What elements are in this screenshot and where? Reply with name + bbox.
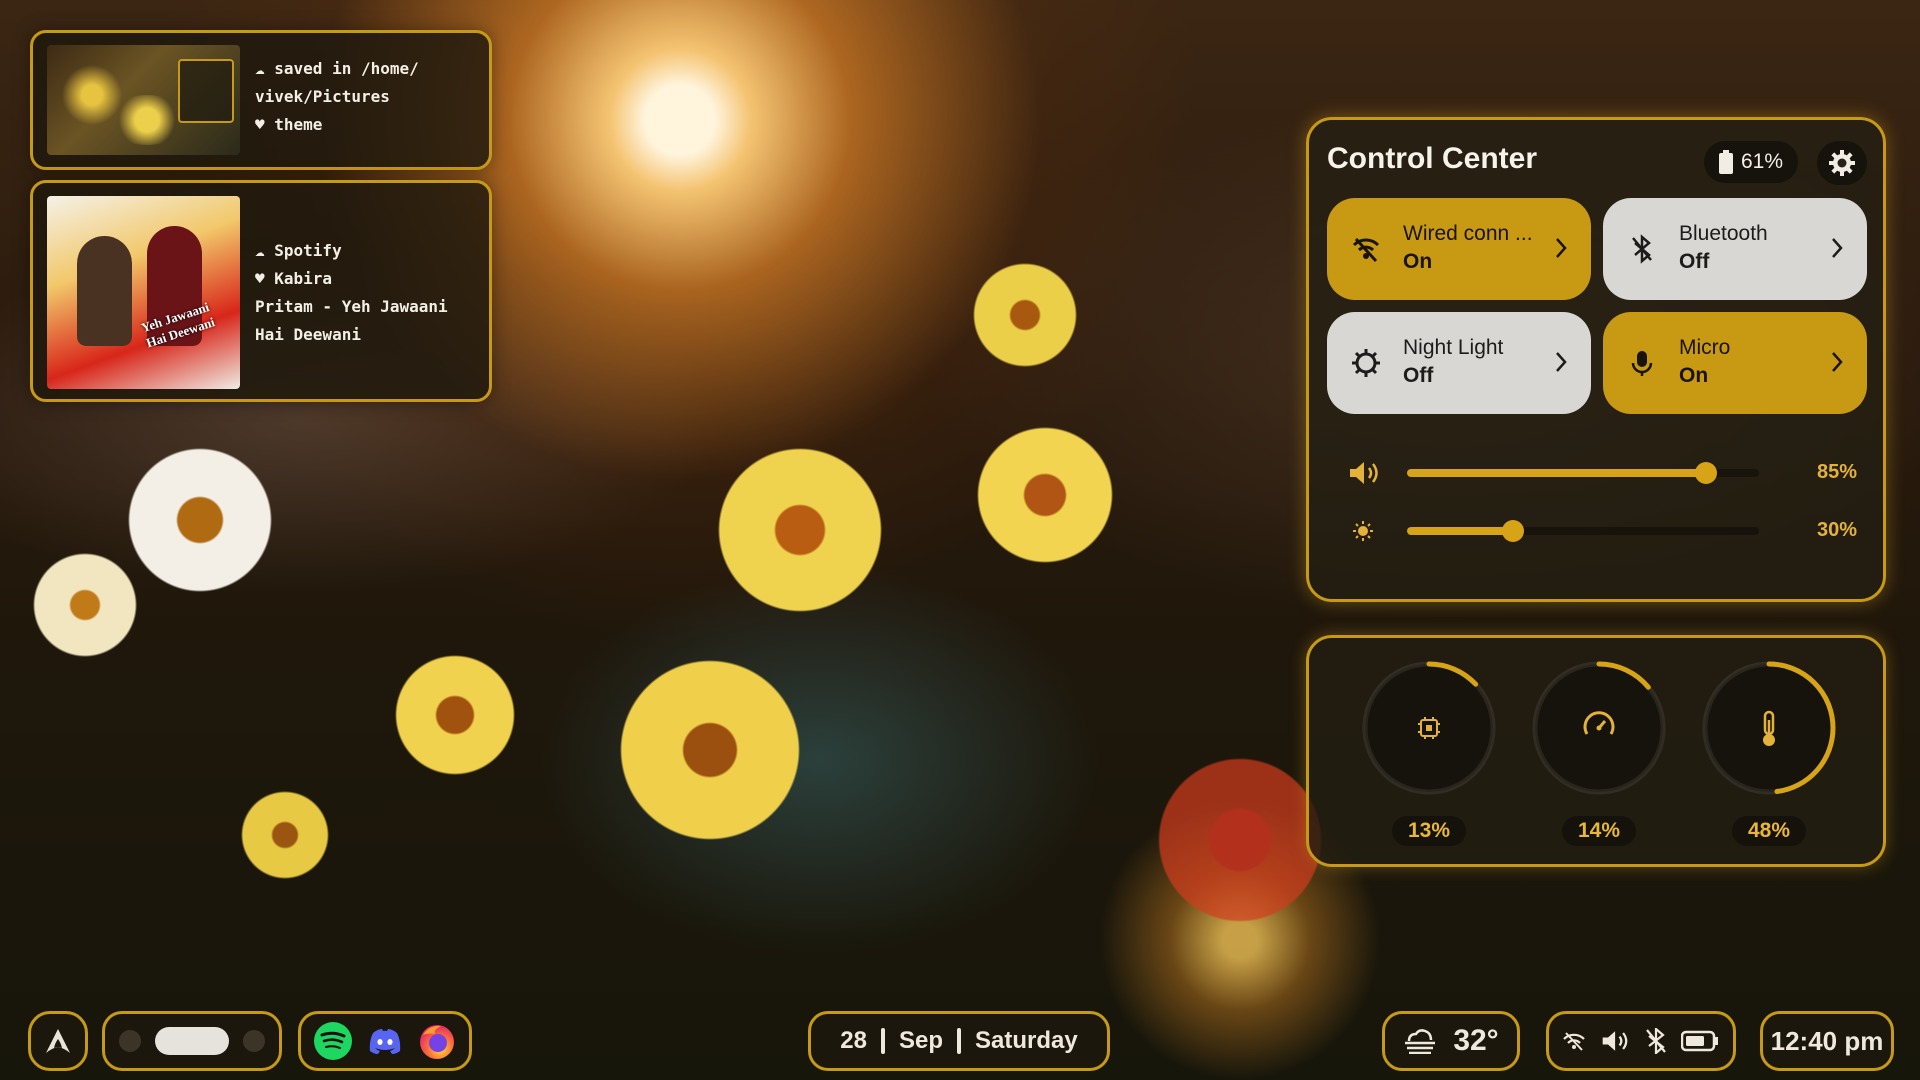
brightness-icon [1352, 349, 1380, 377]
volume-slider-knob[interactable] [1695, 462, 1718, 484]
tile-night-light[interactable]: Night Light Off [1327, 312, 1591, 414]
date-widget[interactable]: 28 Sep Saturday [808, 1011, 1110, 1071]
control-center-title: Control Center [1327, 142, 1537, 175]
workspace-active[interactable] [155, 1027, 229, 1055]
microphone-icon [1631, 351, 1653, 376]
tile-wired-connection[interactable]: Wired conn ... On [1327, 198, 1591, 300]
screenshot-thumbnail [47, 45, 240, 155]
date-separator [880, 1028, 885, 1054]
brightness-slider-row: 30% [1347, 515, 1857, 545]
brightness-icon [1353, 521, 1373, 541]
tile-state: On [1403, 250, 1433, 273]
temperature-label: 48% [1732, 816, 1806, 846]
album-cover: Yeh Jawaani Hai Deewani [47, 196, 240, 389]
firefox-icon[interactable] [417, 1021, 457, 1061]
settings-button[interactable] [1817, 141, 1867, 185]
brightness-value: 30% [1816, 519, 1857, 541]
cpu-gauge [1362, 661, 1496, 795]
tile-label: Night Light [1403, 336, 1504, 359]
bluetooth-off-icon[interactable] [1646, 1028, 1667, 1054]
weather-temperature: 32° [1453, 1024, 1499, 1057]
launcher-button[interactable] [28, 1011, 88, 1071]
system-tray[interactable] [1546, 1011, 1736, 1071]
ram-usage-label: 14% [1562, 816, 1636, 846]
battery-percent: 61% [1740, 150, 1784, 173]
system-monitor-panel: 13% 14% 48% [1306, 635, 1886, 867]
temperature-gauge [1702, 661, 1836, 795]
gear-icon [1829, 150, 1855, 176]
chevron-right-icon [1556, 352, 1567, 372]
volume-slider-row: 85% [1347, 457, 1857, 487]
weather-widget[interactable]: 32° [1382, 1011, 1520, 1071]
chevron-right-icon [1832, 238, 1843, 258]
discord-icon[interactable] [365, 1021, 405, 1061]
brightness-slider[interactable] [1407, 520, 1759, 542]
app-dock [298, 1011, 472, 1071]
volume-value: 85% [1816, 461, 1857, 483]
battery-icon [1718, 150, 1733, 174]
screenshot-notification-text: ☁ saved in /home/vivek/Pictures ♥ theme [255, 59, 419, 134]
volume-icon[interactable] [1600, 1028, 1632, 1054]
workspace-switcher[interactable] [102, 1011, 282, 1071]
spotify-notification-text: ☁ Spotify ♥ Kabira Pritam - Yeh Jawaani Hai… [255, 241, 448, 344]
chevron-right-icon [1832, 352, 1843, 372]
tile-label: Micro [1679, 336, 1731, 359]
bluetooth-icon [1632, 234, 1652, 264]
volume-slider-fill [1407, 469, 1707, 477]
screenshot-notification-card[interactable]: ☁ saved in /home/vivek/Pictures ♥ theme [30, 30, 492, 170]
clock-time: 12:40 pm [1770, 1025, 1884, 1056]
volume-slider[interactable] [1407, 462, 1759, 484]
workspace-dot-1[interactable] [119, 1030, 141, 1052]
spotify-now-playing-card[interactable]: Yeh Jawaani Hai Deewani ☁ Spotify ♥ Kabir… [30, 180, 492, 402]
battery-indicator: 61% [1704, 141, 1798, 183]
date-day: 28 [840, 1027, 867, 1054]
control-center-panel: Control Center 61% Wired conn ... On Blu… [1306, 117, 1886, 602]
wifi-off-icon [1352, 237, 1380, 263]
cpu-icon [1418, 717, 1440, 739]
tile-label: Bluetooth [1679, 222, 1768, 245]
chevron-right-icon [1556, 238, 1567, 258]
volume-icon [1350, 462, 1378, 484]
workspace-dot-2[interactable] [243, 1030, 265, 1052]
date-weekday: Saturday [975, 1027, 1078, 1054]
tile-label: Wired conn ... [1403, 222, 1533, 245]
brightness-slider-fill [1407, 527, 1513, 535]
tile-state: Off [1679, 250, 1710, 273]
tile-state: On [1679, 364, 1709, 387]
clock-widget[interactable]: 12:40 pm [1760, 1011, 1894, 1071]
battery-icon[interactable] [1680, 1030, 1719, 1052]
cpu-usage-label: 13% [1392, 816, 1466, 846]
spotify-icon[interactable] [313, 1021, 353, 1061]
arch-logo-icon [46, 1029, 70, 1053]
wifi-off-icon[interactable] [1563, 1031, 1586, 1051]
date-separator [957, 1028, 961, 1054]
tile-bluetooth[interactable]: Bluetooth Off [1603, 198, 1867, 300]
tile-microphone[interactable]: Micro On [1603, 312, 1867, 414]
tile-state: Off [1403, 364, 1434, 387]
date-month: Sep [898, 1027, 943, 1054]
cloud-haze-icon [1405, 1029, 1436, 1054]
brightness-slider-knob[interactable] [1501, 520, 1524, 542]
ram-gauge [1532, 661, 1666, 795]
